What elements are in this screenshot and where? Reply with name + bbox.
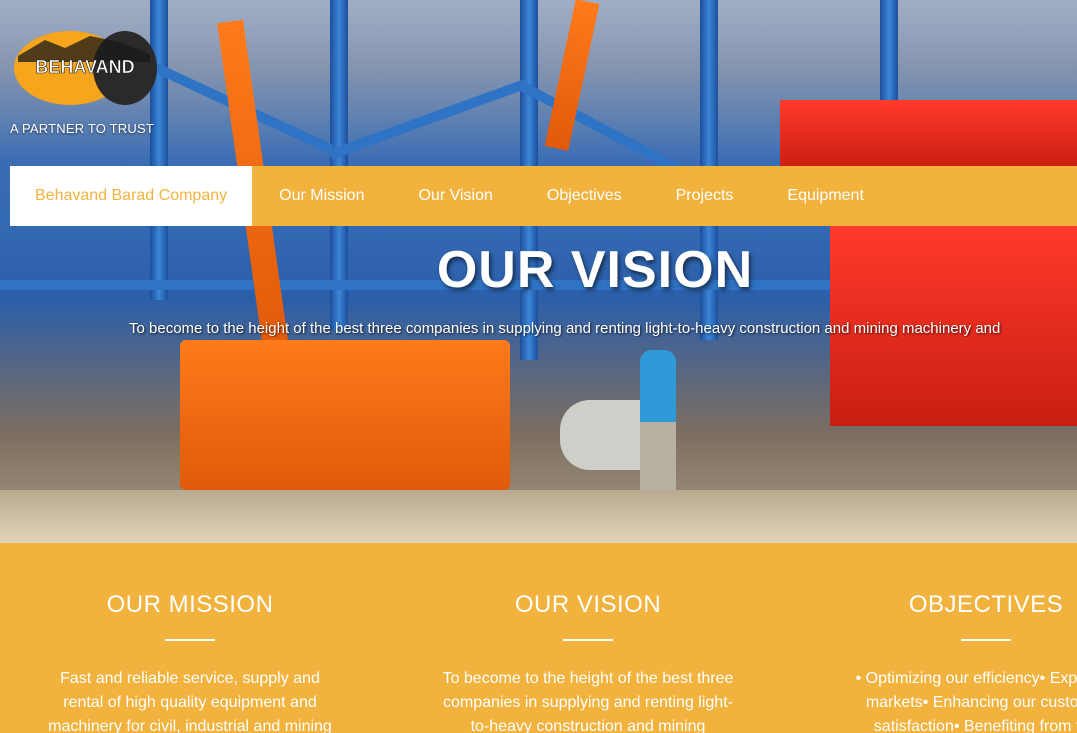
main-nav: Behavand Barad Company Our Mission Our V…: [10, 166, 1077, 226]
hero-title: OUR VISION: [436, 241, 754, 299]
feature-title: OBJECTIVES: [908, 591, 1064, 618]
features-section: OUR MISSION Fast and reliable service, s…: [0, 543, 1077, 733]
svg-text:BEHAVAND: BEHAVAND: [35, 57, 134, 77]
hero-banner: BEHAVAND A PARTNER TO TRUST Behavand Bar…: [0, 0, 1077, 543]
feature-text: • Optimizing our efficiency• Exploring m…: [855, 670, 1077, 733]
nav-item-projects[interactable]: Projects: [649, 166, 761, 226]
feature-our-vision: OUR VISION To become to the height of th…: [428, 591, 748, 733]
feature-text: To become to the height of the best thre…: [442, 670, 734, 733]
divider: [563, 639, 613, 641]
company-logo[interactable]: BEHAVAND: [10, 26, 160, 106]
hero-text: To become to the height of the best thre…: [129, 320, 1001, 337]
feature-title: OUR VISION: [514, 591, 662, 618]
nav-item-our-mission[interactable]: Our Mission: [252, 166, 391, 226]
brand[interactable]: BEHAVAND: [10, 26, 160, 108]
ground: [0, 490, 1077, 543]
feature-objectives: OBJECTIVES • Optimizing our efficiency• …: [826, 591, 1077, 733]
orange-crane-truck: [180, 340, 510, 490]
nav-item-company[interactable]: Behavand Barad Company: [10, 166, 253, 226]
divider: [165, 639, 215, 641]
feature-our-mission: OUR MISSION Fast and reliable service, s…: [30, 591, 350, 733]
feature-text: Fast and reliable service, supply and re…: [48, 670, 332, 733]
brand-tagline: A PARTNER TO TRUST: [10, 121, 154, 136]
steel-brace: [328, 78, 530, 160]
red-crane-top: [780, 100, 1077, 170]
divider: [961, 639, 1011, 641]
nav-item-our-vision[interactable]: Our Vision: [391, 166, 519, 226]
feature-title: OUR MISSION: [106, 591, 274, 618]
nav-item-equipment[interactable]: Equipment: [760, 166, 891, 226]
worker-figure: [640, 350, 676, 510]
nav-item-objectives[interactable]: Objectives: [520, 166, 649, 226]
